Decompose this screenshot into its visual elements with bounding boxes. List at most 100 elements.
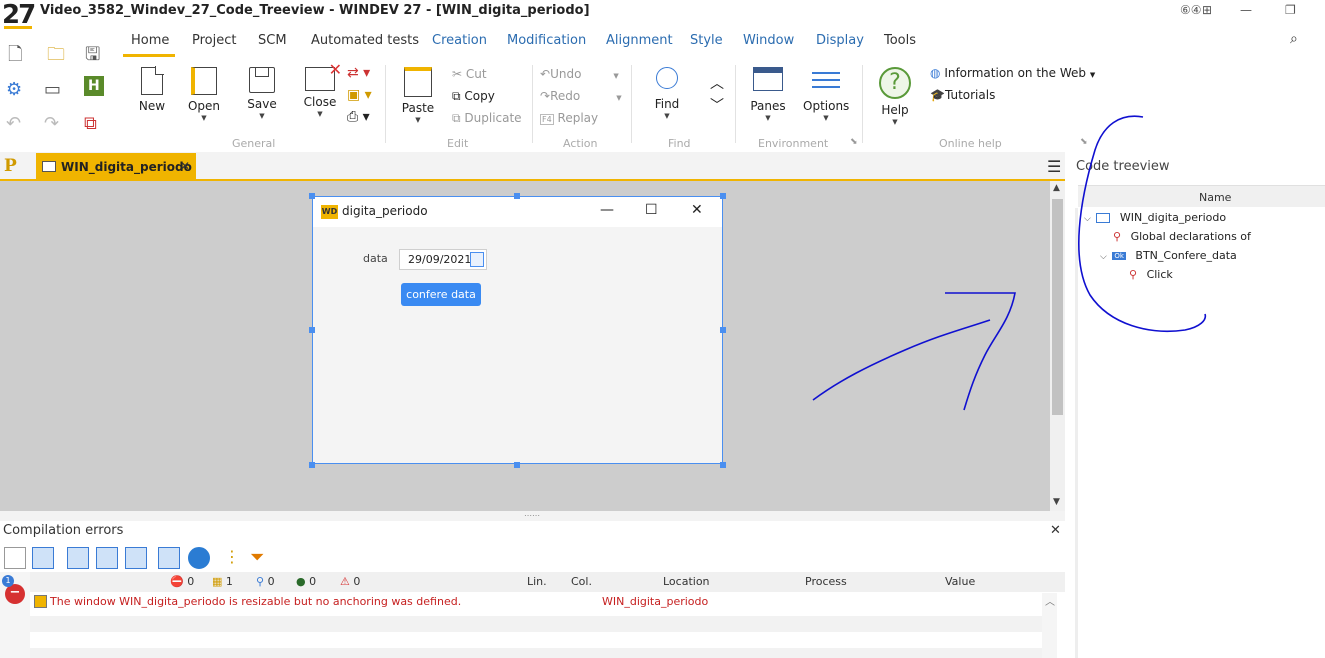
cut-button[interactable]: ✂ Cut [452,67,487,81]
arch-64-icon: ⑥④ [1180,3,1202,17]
warning-icon [34,595,47,608]
tab-creation[interactable]: Creation [432,33,487,48]
column-lin[interactable]: Lin. [527,575,547,588]
redo-button[interactable]: ↷Redo ▼ [540,89,622,103]
project-p-icon[interactable]: P [4,156,17,176]
compilation-toolbar: ⋮ ⏷ [0,544,1065,572]
search-icon[interactable] [4,547,26,569]
tab-tools[interactable]: Tools [884,33,916,48]
tree-item-click[interactable]: ⚲ Click [1129,268,1173,281]
menu-icon[interactable]: ☰ [1047,157,1061,176]
column-location[interactable]: Location [663,575,710,588]
export-icon[interactable] [32,547,54,569]
open-project-icon[interactable]: ▣ ▾ [347,87,372,103]
date-field-label: data [363,252,388,265]
dialog-launcher-icon[interactable]: ⬊ [1080,137,1088,147]
tab-automated-tests[interactable]: Automated tests [311,33,419,48]
column-value[interactable]: Value [945,575,975,588]
selection-handle[interactable] [720,193,726,199]
actions-count[interactable]: ● 0 [296,575,316,588]
tab-alignment[interactable]: Alignment [606,33,673,48]
date-input[interactable]: 29/09/2021 [399,249,487,270]
undo-button[interactable]: ↶Undo ▼ [540,67,619,81]
designed-window-title: digita_periodo [342,204,428,218]
duplicate-button[interactable]: ⧉ Duplicate [452,111,522,126]
chevron-up-icon[interactable]: ︿ [1045,593,1055,608]
tab-scm[interactable]: SCM [258,33,287,48]
close-button[interactable]: Close ▼ [302,60,342,118]
copy-button[interactable]: ⧉ Copy [452,89,495,104]
selection-handle[interactable] [309,462,315,468]
tree-item-window[interactable]: ⌵ WIN_digita_periodo [1084,211,1226,224]
alert-filter-icon[interactable] [158,547,180,569]
open-button[interactable]: Open ▼ [186,67,222,122]
collapse-arrow-icon[interactable]: ⌵ [1100,252,1107,262]
info-count[interactable]: ⚲ 0 [256,575,275,588]
options-button[interactable]: Options ▼ [803,67,849,122]
tab-project[interactable]: Project [192,33,236,48]
pointer-filter-icon[interactable] [125,547,147,569]
pane-splitter[interactable]: ⋯⋯ [0,511,1065,521]
minimize-icon[interactable]: — [1240,3,1252,17]
selection-handle[interactable] [514,462,520,468]
designed-window[interactable]: WD digita_periodo — ☐ ✕ data 29/09/2021 … [312,196,723,464]
selection-handle[interactable] [514,193,520,199]
canvas-scrollbar[interactable]: ▲ ▼ [1050,181,1065,511]
paste-button[interactable]: Paste ▼ [400,67,436,124]
tab-display[interactable]: Display [816,33,864,48]
information-on-web-button[interactable]: ◍ Information on the Web ▼ [930,66,1095,80]
tab-win-digita-periodo[interactable]: WIN_digita_periodo ✕ [36,153,196,181]
info-filter-icon[interactable] [96,547,118,569]
tutorials-button[interactable]: 🎓Tutorials [930,88,995,102]
find-button[interactable]: Find ▼ [650,67,684,120]
funnel-icon[interactable]: ⏷ [250,547,272,569]
error-count-badge: 1 [2,575,14,587]
new-button[interactable]: New [136,66,168,113]
minimize-icon[interactable]: — [600,202,614,218]
open-folder-icon [191,67,217,95]
confere-data-button[interactable]: confere data [401,283,481,306]
panes-button[interactable]: Panes ▼ [750,67,786,122]
maximize-icon[interactable]: ☐ [645,202,658,218]
replay-button[interactable]: F4 Replay [540,111,598,125]
selection-handle[interactable] [309,193,315,199]
help-button[interactable]: ? Help ▼ [877,67,913,126]
tree-icon[interactable]: ⋮ [224,547,246,569]
scroll-down-icon[interactable]: ▼ [1053,497,1060,507]
save-button[interactable]: Save ▼ [244,67,280,120]
warnings-count[interactable]: ▦ 1 [212,575,233,588]
tab-modification[interactable]: Modification [507,33,586,48]
swap-icon[interactable]: ⇄ ▾ [347,65,370,81]
close-icon[interactable]: ✕ [180,159,190,173]
tab-home[interactable]: Home [131,33,169,48]
dialog-launcher-icon[interactable]: ⬊ [850,137,858,147]
warning-filter-icon[interactable] [67,547,89,569]
scroll-up-icon[interactable]: ▲ [1053,183,1060,193]
selection-handle[interactable] [309,327,315,333]
app-grid-icon[interactable]: ⊞ [1202,3,1212,17]
calendar-icon[interactable] [470,252,484,267]
tree-item-button[interactable]: ⌵ Ok BTN_Confere_data [1100,249,1237,262]
errors-scrollbar[interactable]: ︿ [1042,593,1057,658]
errors-count[interactable]: ⛔ 0 [170,575,194,588]
info-icon[interactable] [188,547,210,569]
scrollbar-thumb[interactable] [1052,199,1063,415]
selection-handle[interactable] [720,462,726,468]
restore-icon[interactable]: ❐ [1285,3,1296,17]
tab-window[interactable]: Window [743,33,794,48]
error-row[interactable]: The window WIN_digita_periodo is resizab… [30,593,1042,612]
selection-handle[interactable] [720,327,726,333]
column-col[interactable]: Col. [571,575,592,588]
collapse-arrow-icon[interactable]: ⌵ [1084,214,1091,224]
close-icon[interactable]: ✕ [1050,523,1061,538]
chevron-up-icon[interactable]: ︿ [710,73,724,93]
chevron-down-icon[interactable]: ﹀ [710,95,724,115]
close-icon[interactable]: ✕ [691,202,703,218]
alerts-count[interactable]: ⚠ 0 [340,575,360,588]
tab-style[interactable]: Style [690,33,723,48]
search-icon[interactable]: ⌕ [1290,31,1298,47]
treeview-column-header[interactable]: Name [1078,185,1325,207]
tree-item-global-declarations[interactable]: ⚲ Global declarations of [1113,230,1251,243]
print-icon[interactable]: ⎙ ▾ [347,109,370,125]
column-process[interactable]: Process [805,575,847,588]
